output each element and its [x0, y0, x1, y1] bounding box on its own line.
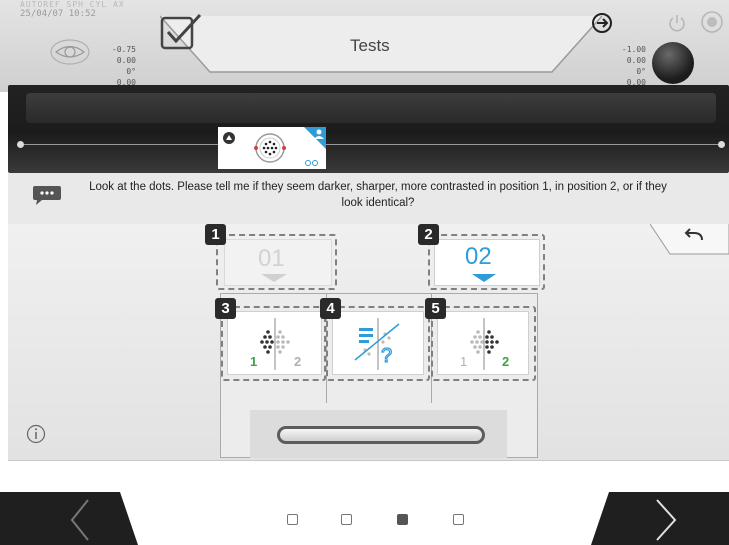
connect-icon[interactable]: [591, 12, 613, 34]
test-sequence-track[interactable]: [20, 144, 722, 145]
left-eye-readout: -0.75 0.00 0° 0.00: [96, 44, 136, 88]
position-2-highlight: [428, 234, 545, 290]
record-icon[interactable]: [700, 10, 724, 34]
answer-3-badge: 3: [215, 298, 236, 319]
position-2-badge: 2: [418, 224, 439, 245]
eye-selector-ball[interactable]: [652, 42, 694, 84]
track-end-dot: [718, 141, 725, 148]
position-1-badge: 1: [205, 224, 226, 245]
answer-3-highlight: [221, 306, 326, 381]
page-indicator-4[interactable]: [453, 514, 464, 525]
left-axis: 0°: [126, 67, 136, 76]
right-sph: -1.00: [621, 45, 646, 54]
answer-5-highlight: [431, 306, 536, 381]
current-test-card[interactable]: [218, 127, 326, 169]
right-cyl: 0.00: [626, 56, 646, 65]
right-axis: 0°: [636, 67, 646, 76]
tray-handle[interactable]: [277, 426, 485, 444]
left-cyl: 0.00: [116, 56, 136, 65]
back-button[interactable]: [650, 224, 729, 256]
page-indicator-3-active[interactable]: [397, 514, 408, 525]
answer-5-badge: 5: [425, 298, 446, 319]
header-faint-labels: AUTOREF SPH CYL AX: [20, 0, 125, 9]
answer-4-highlight: [326, 306, 430, 381]
tab-tests[interactable]: Tests: [160, 14, 602, 74]
tab-tests-label: Tests: [350, 36, 390, 55]
page-indicator-1[interactable]: [287, 514, 298, 525]
top-status-bar: AUTOREF SPH CYL AX 25/04/07 10:52 -0.75 …: [0, 0, 729, 92]
eye-icon[interactable]: [50, 38, 90, 66]
instruction-bar: Look at the dots. Please tell me if they…: [8, 173, 729, 224]
test-sequence-stage: [8, 85, 729, 173]
test-card-graphics: [223, 127, 326, 166]
next-button[interactable]: [591, 492, 729, 545]
page-indicator-2[interactable]: [341, 514, 352, 525]
chat-bubble-icon: [33, 186, 61, 205]
answer-4-badge: 4: [320, 298, 341, 319]
instruction-text: Look at the dots. Please tell me if they…: [89, 181, 667, 209]
check-box-icon: [160, 14, 202, 50]
previous-button[interactable]: [0, 492, 138, 545]
datetime: 25/04/07 10:52: [20, 9, 96, 19]
info-icon[interactable]: [26, 424, 46, 444]
track-start-dot: [17, 141, 24, 148]
right-eye-readout: -1.00 0.00 0° 0.00: [606, 44, 646, 88]
left-sph: -0.75: [111, 45, 136, 54]
power-icon[interactable]: [666, 12, 688, 34]
stage-highlight: [26, 93, 716, 123]
position-1-highlight: [216, 234, 337, 290]
